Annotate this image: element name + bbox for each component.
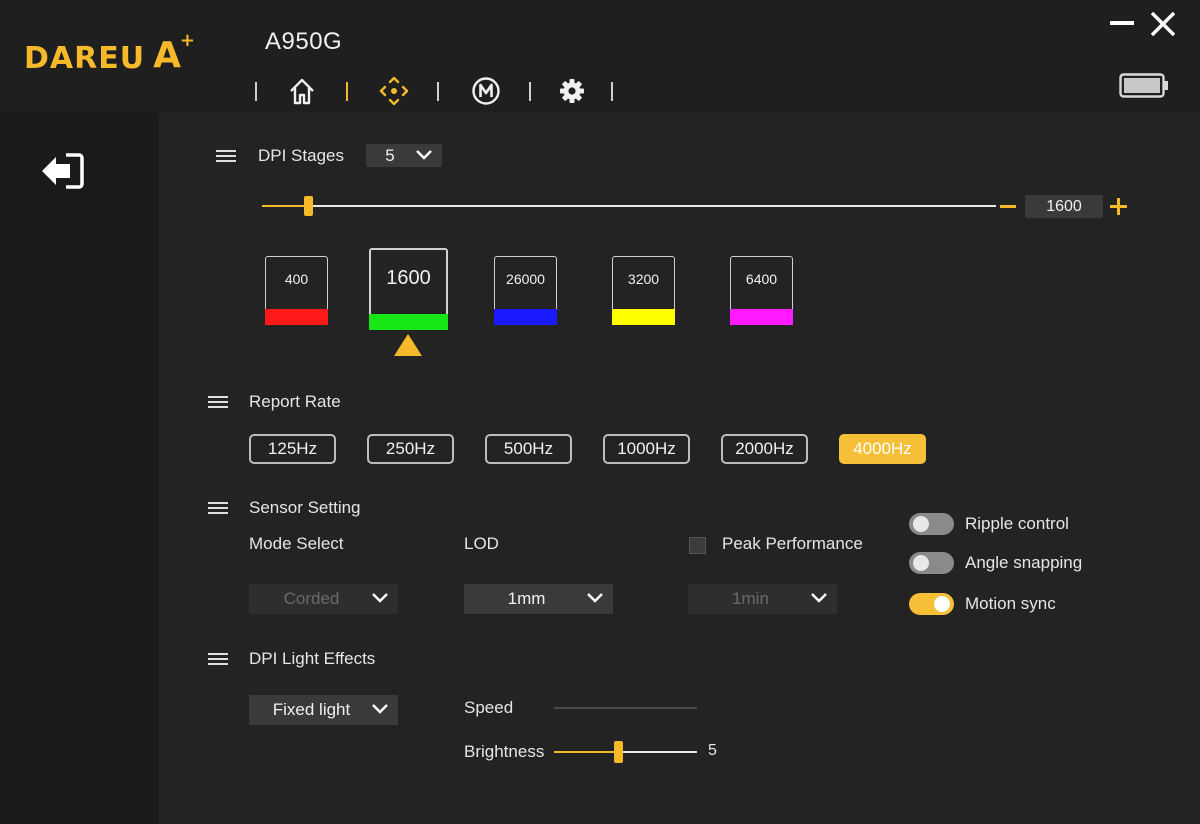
brightness-slider-thumb[interactable] [614, 741, 623, 763]
dpi-stage-2[interactable]: 1600 [369, 248, 448, 330]
battery-icon [1119, 73, 1168, 98]
peak-performance-dropdown[interactable]: 1min [688, 584, 837, 614]
sensor-setting-title: Sensor Setting [249, 498, 361, 517]
sidebar [0, 113, 159, 824]
speed-label: Speed [464, 698, 514, 717]
minimize-icon[interactable] [1108, 10, 1138, 40]
nav-separator [611, 82, 613, 101]
toggle-knob [934, 596, 950, 612]
toggle-switch[interactable] [909, 552, 954, 574]
toggle-label: Ripple control [965, 514, 1069, 533]
speed-slider-track[interactable] [554, 707, 697, 709]
close-icon[interactable] [1148, 10, 1178, 40]
dpi-stage-value: 1600 [386, 267, 431, 289]
peak-performance-label: Peak Performance [722, 534, 863, 553]
report-rate-option-1000hz[interactable]: 1000Hz [603, 434, 690, 464]
exit-icon[interactable] [40, 151, 86, 191]
dpi-stage-5[interactable]: 6400 [730, 256, 793, 325]
nav-settings-button[interactable] [554, 72, 590, 110]
lod-label: LOD [464, 534, 499, 553]
toggle-switch[interactable] [909, 513, 954, 535]
crosshair-icon [379, 76, 409, 106]
peak-performance-checkbox[interactable] [689, 537, 706, 554]
dpi-stages-title: DPI Stages [258, 146, 344, 165]
title-bar: DAREU A + A950G [0, 0, 1200, 113]
dareu-logo: DAREU A + [24, 30, 195, 76]
dpi-stage-color-bar [612, 309, 675, 325]
brightness-slider-fill [554, 751, 620, 753]
dpi-slider-thumb[interactable] [304, 196, 313, 216]
report-rate-option-4000hz[interactable]: 4000Hz [839, 434, 926, 464]
list-icon [208, 396, 228, 410]
dpi-stage-color-bar [730, 309, 793, 325]
brightness-label: Brightness [464, 742, 545, 761]
nav-home-button[interactable] [284, 72, 320, 110]
dpi-decrease-button[interactable] [1000, 205, 1016, 208]
dpi-slider-track[interactable] [262, 205, 996, 207]
dpi-stage-3[interactable]: 26000 [494, 256, 557, 325]
report-rate-option-125hz[interactable]: 125Hz [249, 434, 336, 464]
device-name: A950G [265, 28, 343, 55]
toggle-label: Motion sync [965, 594, 1056, 613]
gear-icon [560, 79, 584, 103]
dpi-stage-value: 3200 [627, 271, 660, 287]
nav-separator [529, 82, 531, 101]
dpi-stage-value: 400 [284, 271, 309, 287]
dpi-slider-fill [262, 205, 308, 207]
nav-separator [255, 82, 257, 101]
lod-select-dropdown[interactable]: 1mm [464, 584, 613, 614]
dpi-stage-4[interactable]: 3200 [612, 256, 675, 325]
dpi-stages-select[interactable]: 5 [366, 144, 442, 167]
dpi-stage-color-bar [265, 309, 328, 325]
toggle-switch[interactable] [909, 593, 954, 615]
toggle-label: Angle snapping [965, 553, 1083, 572]
toggle-knob [913, 516, 929, 532]
list-icon [208, 653, 228, 667]
report-rate-option-250hz[interactable]: 250Hz [367, 434, 454, 464]
dpi-value-display[interactable]: 1600 [1025, 195, 1103, 218]
dpi-stage-color-bar [494, 309, 557, 325]
toggle-knob [913, 555, 929, 571]
report-rate-title: Report Rate [249, 392, 341, 411]
dpi-increase-button[interactable] [1110, 198, 1127, 215]
list-icon [216, 150, 236, 164]
home-icon [290, 78, 314, 105]
dpi-stage-1[interactable]: 400 [265, 256, 328, 325]
report-rate-option-500hz[interactable]: 500Hz [485, 434, 572, 464]
nav-separator [437, 82, 439, 101]
selected-stage-pointer [394, 334, 422, 356]
chevron-down-icon [811, 593, 827, 603]
logo-mark: A + [153, 30, 195, 76]
chevron-down-icon [587, 593, 603, 603]
list-icon [208, 502, 228, 516]
macro-m-icon [472, 77, 500, 105]
chevron-down-icon [372, 704, 388, 714]
report-rate-option-2000hz[interactable]: 2000Hz [721, 434, 808, 464]
nav-separator-active [346, 82, 348, 101]
dpi-stage-value: 6400 [745, 271, 778, 287]
nav-dpi-button[interactable] [376, 72, 412, 110]
mode-select-label: Mode Select [249, 534, 344, 553]
light-effect-dropdown[interactable]: Fixed light [249, 695, 398, 725]
brightness-value: 5 [708, 742, 717, 759]
nav-macro-button[interactable] [468, 72, 504, 110]
logo-text: DAREU [24, 41, 146, 76]
dpi-stage-color-bar [369, 314, 448, 330]
chevron-down-icon [372, 593, 388, 603]
chevron-down-icon [416, 149, 432, 160]
dpi-light-effects-title: DPI Light Effects [249, 649, 376, 668]
dpi-stage-value: 26000 [506, 271, 545, 287]
mode-select-dropdown[interactable]: Corded [249, 584, 398, 614]
